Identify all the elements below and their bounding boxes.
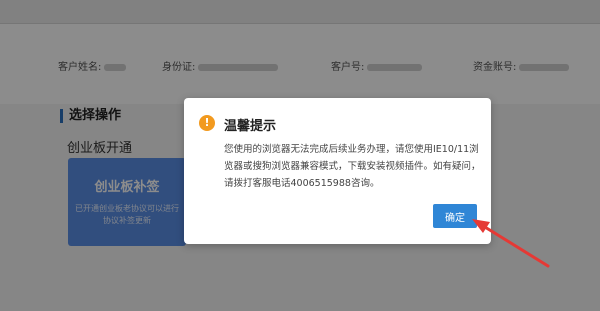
dialog-message: 您使用的浏览器无法完成后续业务办理，请您使用IE10/11浏览器或搜狗浏览器兼容… (224, 144, 481, 189)
confirm-button[interactable]: 确定 (433, 204, 477, 228)
warning-icon: ! (199, 115, 215, 131)
dialog-title: 温馨提示 (224, 119, 277, 134)
warm-tip-dialog: ! 温馨提示 您使用的浏览器无法完成后续业务办理，请您使用IE10/11浏览器或… (184, 98, 491, 244)
